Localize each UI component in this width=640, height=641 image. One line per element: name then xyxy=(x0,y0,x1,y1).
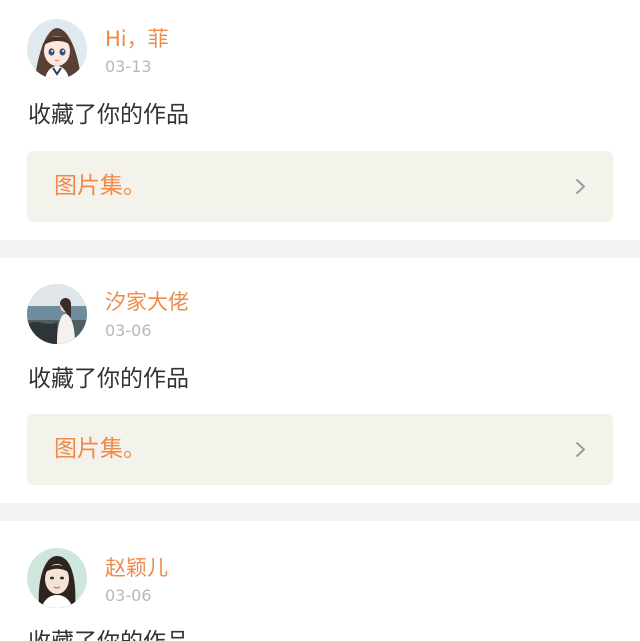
work-title: 图片集。 xyxy=(54,436,146,462)
timestamp: 03-06 xyxy=(105,321,152,340)
work-link[interactable]: 图片集。 xyxy=(27,151,613,222)
user-avatar[interactable] xyxy=(27,548,87,608)
notification-card: Hi，菲 03-13 收藏了你的作品 图片集。 xyxy=(0,0,640,240)
chevron-right-icon xyxy=(576,442,585,457)
action-text: 收藏了你的作品 xyxy=(28,366,189,392)
seaside-girl-avatar-icon xyxy=(27,284,87,344)
anime-girl-avatar-icon xyxy=(27,19,87,79)
user-name[interactable]: 赵颖儿 xyxy=(105,554,168,582)
action-text: 收藏了你的作品 xyxy=(28,102,189,128)
user-name[interactable]: 汐家大佬 xyxy=(105,288,189,316)
portrait-girl-avatar-icon xyxy=(27,548,87,608)
timestamp: 03-06 xyxy=(105,586,152,605)
user-avatar[interactable] xyxy=(27,284,87,344)
work-link[interactable]: 图片集。 xyxy=(27,414,613,485)
notification-card: 汐家大佬 03-06 收藏了你的作品 图片集。 xyxy=(0,258,640,503)
user-name[interactable]: Hi，菲 xyxy=(105,25,169,53)
timestamp: 03-13 xyxy=(105,57,152,76)
work-title: 图片集。 xyxy=(54,173,146,199)
user-avatar[interactable] xyxy=(27,19,87,79)
action-text: 收藏了你的作品 xyxy=(28,626,189,641)
chevron-right-icon xyxy=(576,179,585,194)
notification-card: 赵颖儿 03-06 收藏了你的作品 xyxy=(0,521,640,641)
